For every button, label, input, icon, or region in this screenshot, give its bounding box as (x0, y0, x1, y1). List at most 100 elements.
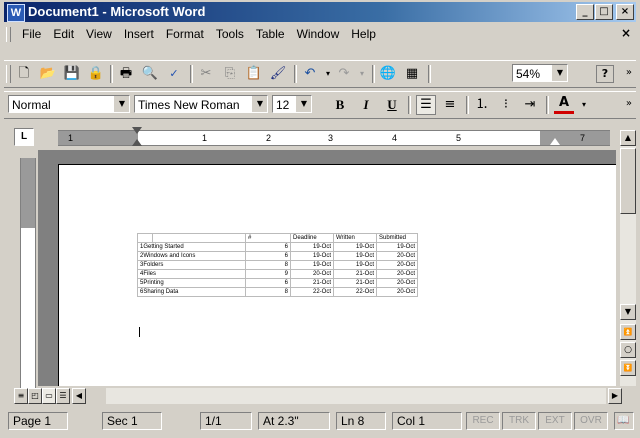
scroll-left-button[interactable]: ◀ (72, 388, 86, 404)
vertical-ruler[interactable] (20, 158, 36, 388)
tables-borders-icon[interactable]: ▦ (402, 64, 422, 84)
table-cell[interactable]: 9 (245, 269, 291, 279)
menu-edit[interactable]: Edit (47, 27, 80, 41)
first-line-indent-marker[interactable] (132, 127, 142, 134)
table-cell[interactable]: 2Windows and Icons (137, 251, 246, 261)
menu-help[interactable]: Help (345, 27, 382, 41)
web-layout-icon[interactable]: ◰ (28, 388, 42, 404)
redo-dropdown-icon[interactable]: ▾ (352, 64, 372, 84)
table-header-cell[interactable] (137, 233, 153, 243)
table-cell[interactable]: 21-Oct (290, 278, 334, 288)
underline-button[interactable]: U (382, 95, 402, 115)
bold-button[interactable]: B (330, 95, 350, 115)
align-left-icon[interactable]: ☰ (416, 95, 436, 115)
style-combo[interactable]: Normal ▼ (8, 95, 130, 113)
save-icon[interactable]: 💾 (62, 64, 82, 84)
help-icon[interactable]: ? (596, 65, 614, 83)
new-icon[interactable]: 🗋 (14, 64, 34, 84)
status-column[interactable]: Col 1 (392, 412, 462, 430)
menu-tools[interactable]: Tools (210, 27, 250, 41)
spelling-icon[interactable]: ✓ (164, 64, 184, 84)
minimize-button[interactable]: _ (576, 4, 594, 20)
table-cell[interactable]: 19-Oct (333, 260, 377, 270)
indent-icon[interactable]: ⇥ (520, 95, 540, 115)
menu-view[interactable]: View (80, 27, 118, 41)
menu-grip[interactable] (6, 27, 11, 42)
status-rec[interactable]: REC (466, 412, 500, 430)
scroll-right-button[interactable]: ▶ (608, 388, 622, 404)
table-cell[interactable]: 6 (245, 242, 291, 252)
maximize-button[interactable]: □ (595, 4, 613, 20)
italic-button[interactable]: I (356, 95, 376, 115)
cut-icon[interactable]: ✂ (196, 64, 216, 84)
normal-view-icon[interactable]: ≡ (14, 388, 28, 404)
outline-view-icon[interactable]: ☰ (56, 388, 70, 404)
tab-selector[interactable]: L (14, 128, 34, 146)
right-indent-marker[interactable] (550, 138, 560, 145)
status-trk[interactable]: TRK (502, 412, 536, 430)
menu-table[interactable]: Table (250, 27, 291, 41)
font-color-icon[interactable]: A (554, 95, 574, 114)
table-cell[interactable]: 19-Oct (290, 260, 334, 270)
numbering-icon[interactable]: ⒈ (472, 95, 492, 115)
status-ext[interactable]: EXT (538, 412, 572, 430)
chevron-down-icon[interactable]: ▼ (552, 65, 567, 81)
horizontal-ruler[interactable]: 1 1 2 3 4 5 7 (58, 127, 610, 146)
table-cell[interactable]: 4Files (137, 269, 246, 279)
paste-icon[interactable]: 📋 (244, 64, 264, 84)
close-button[interactable]: × (616, 4, 634, 20)
redo-icon[interactable]: ↷ (334, 64, 354, 84)
align-center-icon[interactable]: ≡ (440, 95, 460, 115)
table-cell[interactable]: 19-Oct (290, 251, 334, 261)
chevron-down-icon[interactable]: ▼ (252, 96, 267, 112)
vertical-scrollbar[interactable]: ▲ ▼ ⏫ ○ ⏬ (620, 130, 636, 386)
table-cell[interactable]: 19-Oct (290, 242, 334, 252)
copy-icon[interactable]: ⎘ (220, 64, 240, 84)
table-cell[interactable]: 5Printing (137, 278, 246, 288)
vertical-scroll-thumb[interactable] (620, 148, 636, 214)
table-cell[interactable]: 19-Oct (333, 242, 377, 252)
table-cell[interactable]: 6 (245, 278, 291, 288)
permission-icon[interactable]: 🔒 (86, 64, 106, 84)
table-cell[interactable]: 1Getting Started (137, 242, 246, 252)
font-combo[interactable]: Times New Roman ▼ (134, 95, 268, 113)
toolbar-options-icon[interactable]: » (626, 98, 632, 109)
table-cell[interactable]: 21-Oct (333, 278, 377, 288)
bullets-icon[interactable]: ⁝ (496, 95, 516, 115)
open-icon[interactable]: 📂 (38, 64, 58, 84)
title-bar[interactable]: W Document1 - Microsoft Word _ □ × (4, 2, 636, 22)
spelling-status-icon[interactable]: 📖 (614, 412, 634, 430)
table-cell[interactable]: 22-Oct (333, 287, 377, 297)
table-header-cell[interactable] (152, 233, 246, 243)
menu-window[interactable]: Window (291, 27, 346, 41)
scroll-up-button[interactable]: ▲ (620, 130, 636, 146)
font-size-combo[interactable]: 12 ▼ (272, 95, 312, 113)
document-area[interactable]: # Deadline Written Submitted 1Getting St… (38, 150, 616, 386)
table-cell[interactable]: 19-Oct (333, 251, 377, 261)
next-page-button[interactable]: ⏬ (620, 360, 636, 376)
menu-insert[interactable]: Insert (118, 27, 160, 41)
hanging-indent-marker[interactable] (132, 139, 142, 146)
table-header-cell[interactable]: Deadline (290, 233, 334, 243)
table-cell[interactable]: 3Folders (137, 260, 246, 270)
table-cell[interactable]: 20-Oct (290, 269, 334, 279)
table-cell[interactable]: 6Sharing Data (137, 287, 246, 297)
document-page[interactable]: # Deadline Written Submitted 1Getting St… (58, 164, 616, 386)
toolbar-options-icon[interactable]: » (626, 67, 632, 78)
hyperlink-icon[interactable]: 🌐 (378, 64, 398, 84)
status-section[interactable]: Sec 1 (102, 412, 162, 430)
status-position[interactable]: At 2.3" (258, 412, 330, 430)
table-cell[interactable]: 20-Oct (376, 278, 418, 288)
menu-format[interactable]: Format (160, 27, 210, 41)
undo-icon[interactable]: ↶ (300, 64, 320, 84)
word-app-icon[interactable]: W (7, 4, 25, 22)
print-layout-icon[interactable]: ▭ (42, 388, 56, 404)
table-cell[interactable]: 20-Oct (376, 251, 418, 261)
table-cell[interactable]: 8 (245, 260, 291, 270)
font-color-dropdown-icon[interactable]: ▾ (574, 95, 594, 115)
status-ovr[interactable]: OVR (574, 412, 608, 430)
menu-file[interactable]: File (16, 27, 47, 41)
status-line[interactable]: Ln 8 (336, 412, 386, 430)
print-icon[interactable]: 🖶 (116, 64, 136, 84)
table-header-cell[interactable]: Written (333, 233, 377, 243)
